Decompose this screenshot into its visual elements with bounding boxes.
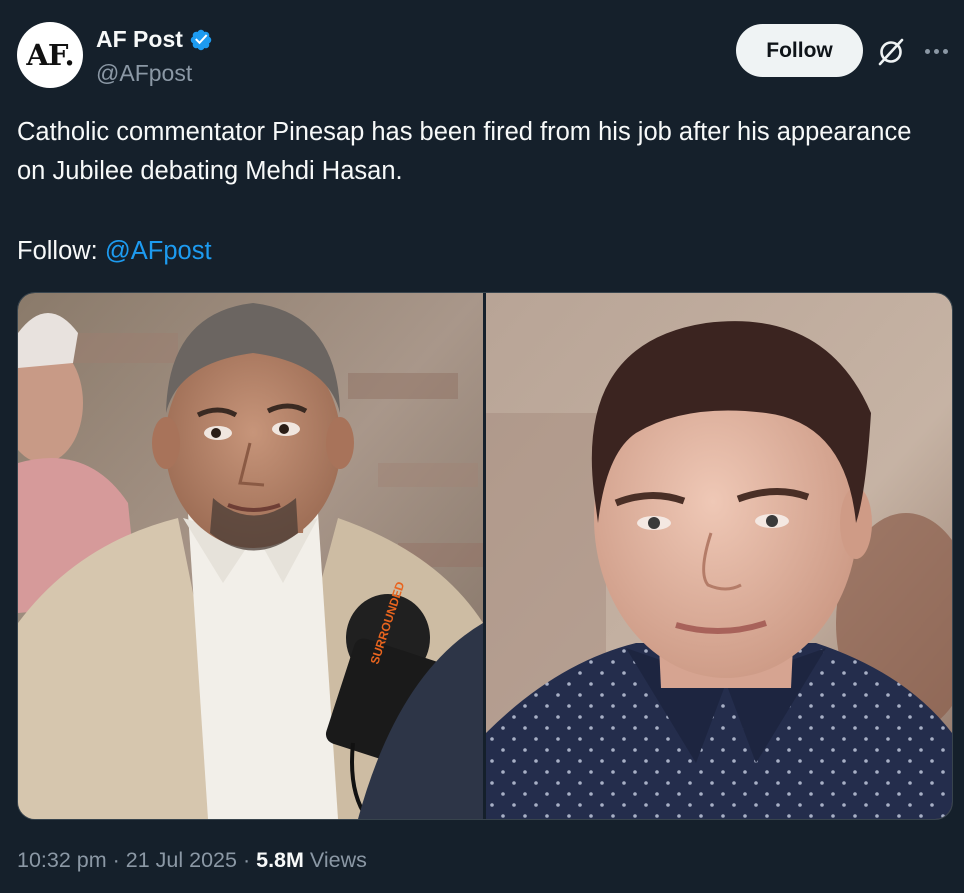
follow-button[interactable]: Follow (736, 24, 863, 77)
views-count: 5.8M (256, 848, 304, 872)
mention-link[interactable]: @AFpost (105, 237, 212, 265)
author-avatar[interactable]: AF. (17, 22, 83, 88)
meta-separator: · (112, 848, 120, 872)
meta-separator-2: · (242, 848, 251, 872)
tweet-date[interactable]: 21 Jul 2025 (126, 848, 237, 872)
tweet-body: Catholic commentator Pinesap has been fi… (17, 118, 912, 185)
views-label: Views (309, 848, 367, 872)
verified-badge-icon (190, 29, 212, 50)
tweet-text: Catholic commentator Pinesap has been fi… (17, 113, 937, 191)
left-photo[interactable]: SURROUNDED (18, 293, 483, 819)
tweet-card: AF. AF Post @AFpost Follow Catholic comm… (0, 0, 964, 893)
author-handle[interactable]: @AFpost (96, 60, 192, 87)
right-photo[interactable] (486, 293, 952, 819)
tweet-time[interactable]: 10:32 pm (17, 848, 107, 872)
author-name-row: AF Post (96, 26, 213, 53)
avatar-logo-text: AF. (26, 38, 74, 72)
tweet-meta: 10:32 pm · 21 Jul 2025 · 5.8M Views (17, 848, 367, 873)
tweet-follow-line: Follow: @AFpost (17, 232, 212, 271)
media-grid: SURROUNDED (17, 292, 953, 820)
grok-icon[interactable] (875, 36, 907, 68)
follow-prefix: Follow: (17, 237, 105, 265)
author-display-name[interactable]: AF Post (96, 26, 183, 53)
more-options-icon[interactable] (921, 36, 951, 66)
